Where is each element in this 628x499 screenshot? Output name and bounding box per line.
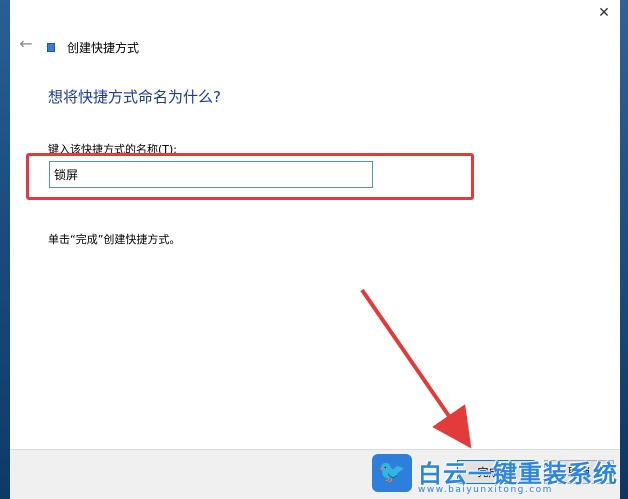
create-shortcut-dialog: ✕ ← 创建快捷方式 想将快捷方式命名为什么? 键入该快捷方式的名称(T): 单… [10,0,620,499]
desktop-background-left [0,0,10,499]
highlight-annotation [26,153,474,200]
close-button[interactable]: ✕ [592,2,616,24]
instruction-text: 单击“完成”创建快捷方式。 [48,233,181,246]
desktop-background-right [620,0,628,499]
finish-button[interactable]: 完成(F) [457,460,535,484]
close-icon: ✕ [598,5,610,21]
shortcut-icon [47,43,55,52]
back-arrow-icon: ← [19,34,33,53]
cancel-button[interactable]: 取消 [544,460,614,484]
page-heading: 想将快捷方式命名为什么? [48,88,221,106]
dialog-footer: 完成(F) 取消 [10,449,620,499]
dialog-title: 创建快捷方式 [67,41,140,55]
back-button[interactable]: ← [16,34,36,54]
